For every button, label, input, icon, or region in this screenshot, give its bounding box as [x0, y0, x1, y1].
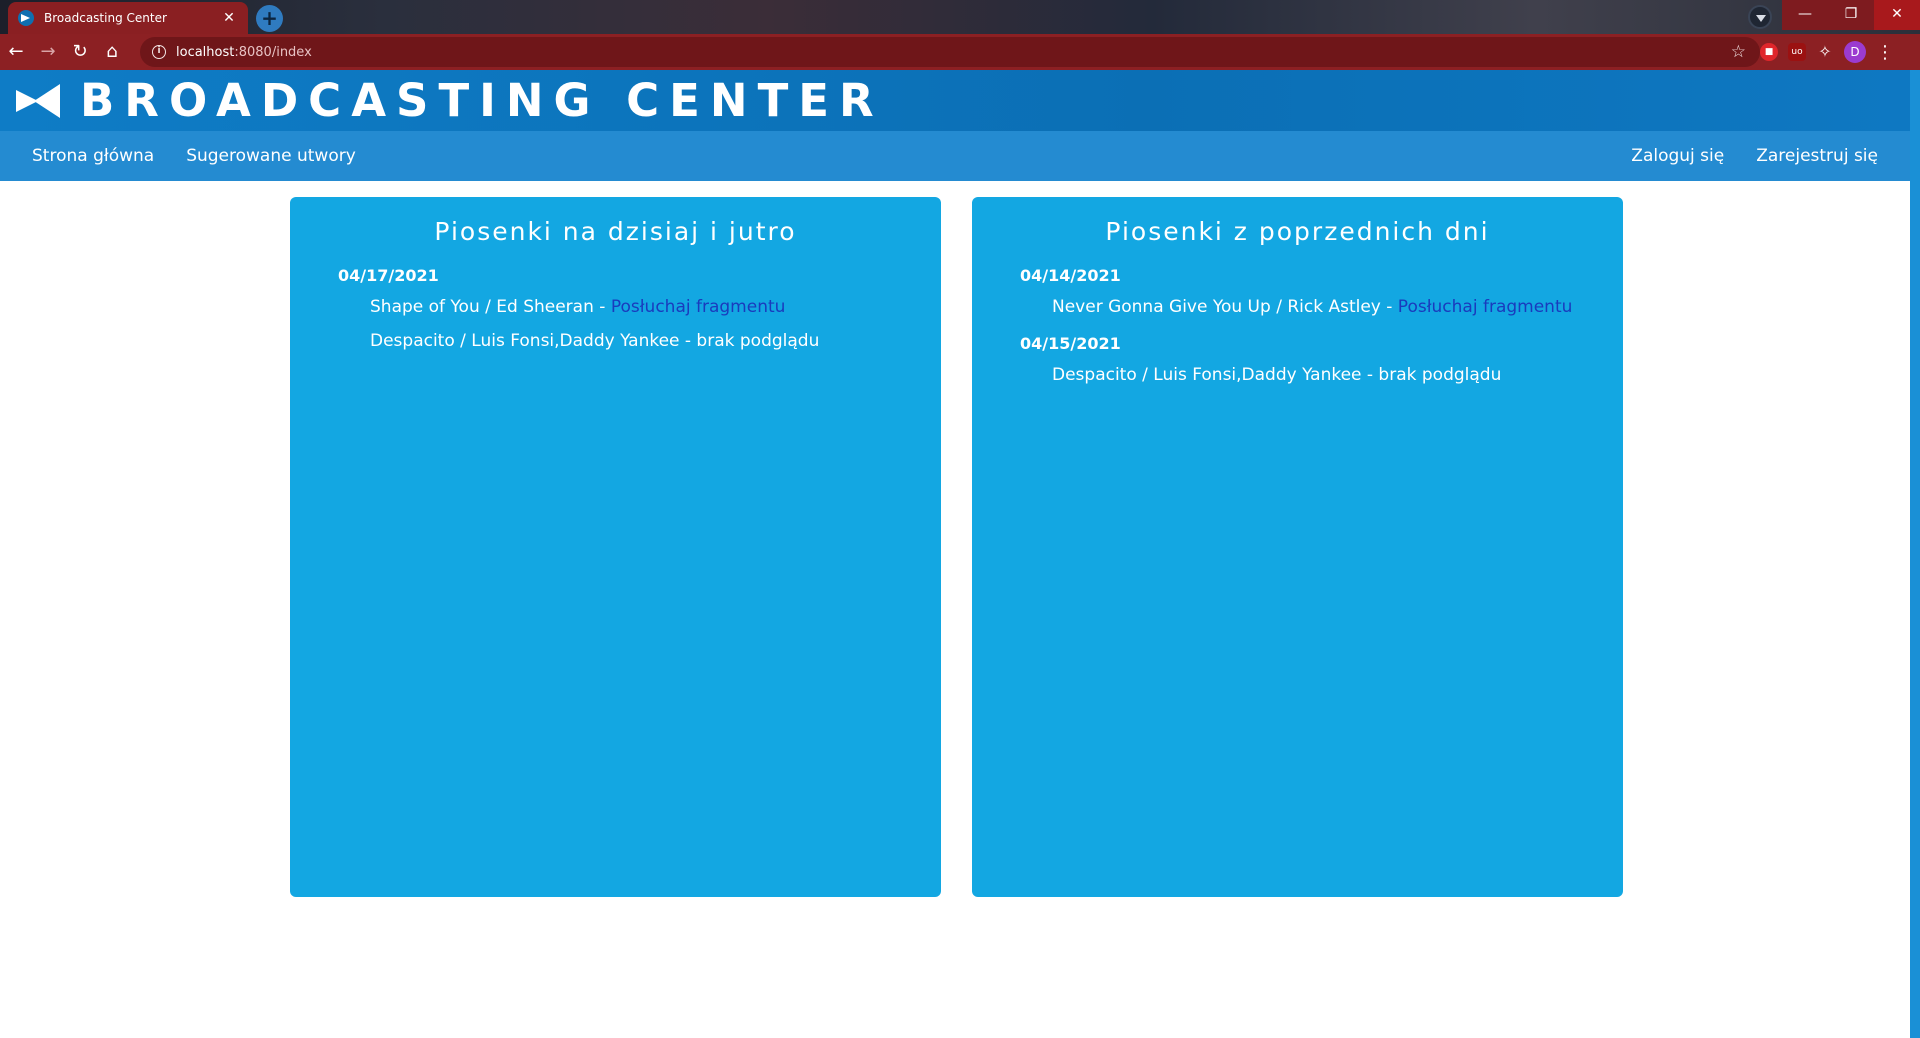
restore-icon[interactable]: ❐: [1828, 0, 1874, 30]
card-title: Piosenki na dzisiaj i jutro: [434, 217, 797, 246]
brand-title[interactable]: BROADCASTING CENTER: [80, 74, 884, 127]
forward-arrow-icon[interactable]: →: [32, 36, 64, 68]
nav-login[interactable]: Zaloguj się: [1615, 146, 1740, 166]
new-tab-button[interactable]: +: [256, 5, 283, 32]
card-title: Piosenki z poprzednich dni: [1105, 217, 1490, 246]
tab-search-icon[interactable]: [1748, 5, 1772, 29]
date-heading: 04/14/2021: [1020, 266, 1121, 285]
window-controls: — ❐ ✕: [1782, 0, 1920, 30]
reload-icon[interactable]: ↻: [64, 36, 96, 68]
song-text: Despacito / Luis Fonsi,Daddy Yankee - br…: [370, 331, 820, 351]
browser-titlebar: Broadcasting Center ✕ + — ❐ ✕: [0, 0, 1920, 34]
song-item: Despacito / Luis Fonsi,Daddy Yankee - br…: [338, 324, 893, 358]
song-text: Shape of You / Ed Sheeran -: [370, 297, 611, 317]
url-host: localhost: [176, 44, 235, 60]
nav-home[interactable]: Strona główna: [16, 146, 170, 166]
profile-avatar[interactable]: D: [1844, 41, 1866, 63]
nav-register[interactable]: Zarejestruj się: [1740, 146, 1894, 166]
previous-days-card: Piosenki z poprzednich dni 04/14/2021 Ne…: [972, 197, 1623, 897]
extension-red-icon[interactable]: ■: [1760, 43, 1778, 61]
listen-preview-link[interactable]: Posłuchaj fragmentu: [611, 297, 786, 317]
url-path: :8080/index: [234, 44, 312, 60]
browser-toolbar: ← → ↻ ⌂ i localhost:8080/index ☆ ■ uo ✧ …: [0, 34, 1920, 70]
back-arrow-icon[interactable]: ←: [0, 36, 32, 68]
favicon-icon: [18, 10, 34, 26]
song-text: Never Gonna Give You Up / Rick Astley -: [1052, 297, 1398, 317]
logo-icon: [16, 83, 60, 118]
scrollbar[interactable]: [1910, 70, 1920, 1038]
tab-title: Broadcasting Center: [44, 11, 167, 25]
close-window-icon[interactable]: ✕: [1874, 0, 1920, 30]
browser-menu-icon[interactable]: ⋮: [1876, 42, 1894, 63]
site-nav: Strona główna Sugerowane utwory Zaloguj …: [0, 131, 1910, 181]
address-bar[interactable]: i localhost:8080/index ☆: [140, 37, 1760, 67]
browser-tab[interactable]: Broadcasting Center ✕: [8, 2, 248, 34]
date-heading: 04/17/2021: [338, 266, 439, 285]
extensions-puzzle-icon[interactable]: ✧: [1816, 43, 1834, 61]
song-item: Never Gonna Give You Up / Rick Astley - …: [1020, 290, 1575, 324]
listen-preview-link[interactable]: Posłuchaj fragmentu: [1398, 297, 1573, 317]
bookmark-star-icon[interactable]: ☆: [1731, 42, 1746, 62]
date-heading: 04/15/2021: [1020, 334, 1121, 353]
info-icon[interactable]: i: [152, 45, 166, 59]
song-text: Despacito / Luis Fonsi,Daddy Yankee - br…: [1052, 365, 1502, 385]
minimize-icon[interactable]: —: [1782, 0, 1828, 30]
extensions-area: ■ uo ✧ D ⋮: [1760, 34, 1894, 70]
nav-suggested-songs[interactable]: Sugerowane utwory: [170, 146, 372, 166]
song-item: Despacito / Luis Fonsi,Daddy Yankee - br…: [1020, 358, 1575, 392]
site-header: BROADCASTING CENTER: [0, 70, 1910, 131]
ublock-icon[interactable]: uo: [1788, 43, 1806, 61]
today-tomorrow-card: Piosenki na dzisiaj i jutro 04/17/2021 S…: [290, 197, 941, 897]
song-item: Shape of You / Ed Sheeran - Posłuchaj fr…: [338, 290, 893, 324]
home-icon[interactable]: ⌂: [96, 36, 128, 68]
close-tab-icon[interactable]: ✕: [220, 10, 238, 26]
